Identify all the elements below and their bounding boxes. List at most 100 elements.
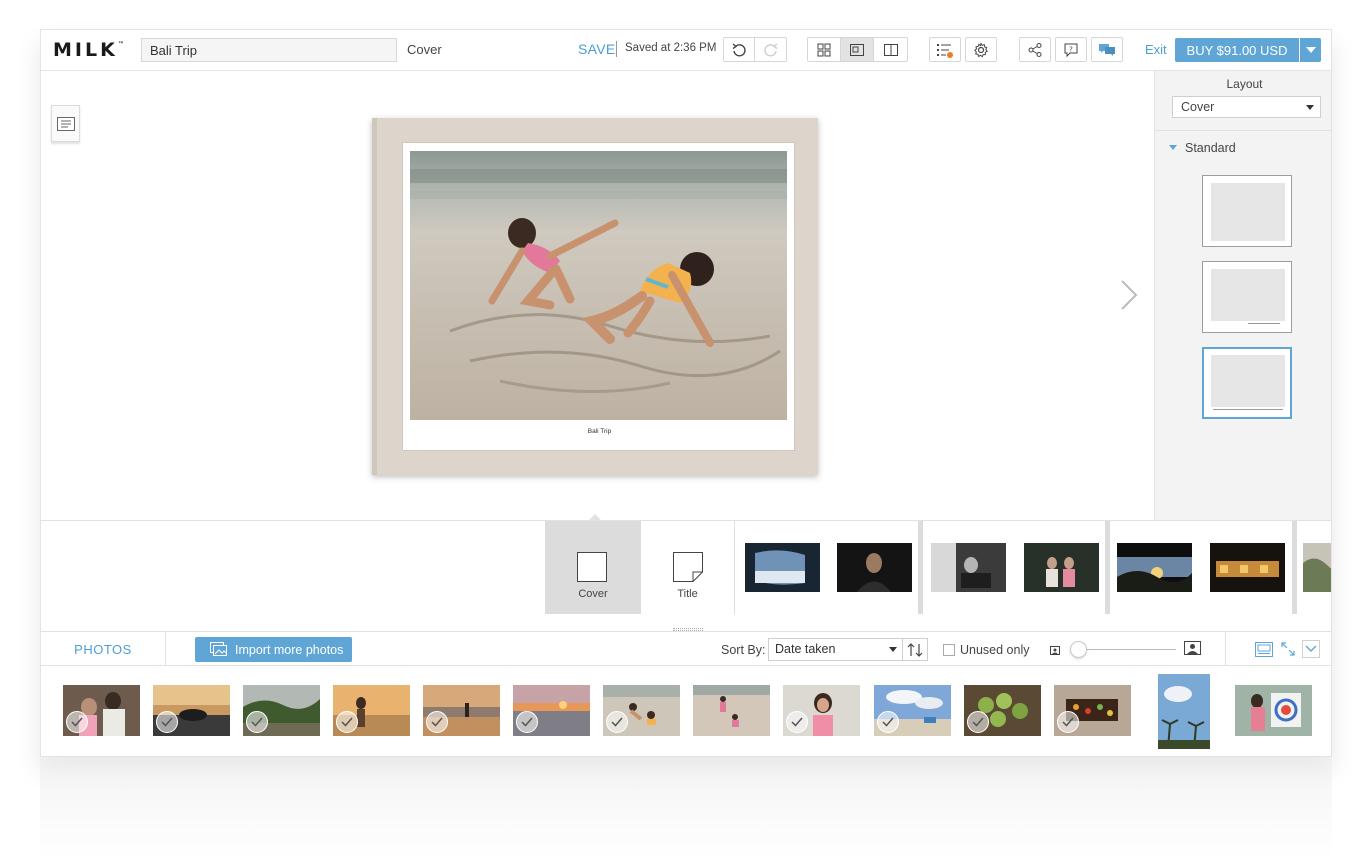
layout-caption-line (1248, 323, 1280, 324)
triangle-down-icon (1169, 145, 1177, 150)
help-button[interactable]: ? (1055, 37, 1087, 62)
expand-tray-button[interactable] (1279, 640, 1297, 658)
sort-label: Sort By: (721, 643, 766, 657)
strip-cover-label: Cover (578, 588, 608, 600)
undo-button[interactable] (724, 38, 756, 61)
grid-view-icon (817, 43, 831, 56)
brand-logo: MILK™ (53, 39, 124, 61)
unused-only-label: Unused only (960, 643, 1030, 657)
sort-select-value: Date taken (775, 642, 836, 656)
layout-panel-title: Layout (1226, 77, 1263, 91)
layout-select-value: Cover (1181, 100, 1215, 114)
used-check-icon (516, 711, 538, 733)
tray-photo[interactable] (1158, 674, 1210, 749)
zoom-slider-track[interactable] (1079, 649, 1176, 650)
layout-select[interactable]: Cover (1172, 96, 1321, 118)
layout-option-photo-caption-bordered[interactable] (1202, 347, 1292, 419)
settings-icon (974, 41, 988, 57)
tray-view-button[interactable] (1255, 640, 1273, 658)
used-check-icon (1057, 711, 1079, 733)
cover-photo[interactable] (410, 151, 787, 420)
sort-direction-button[interactable] (902, 638, 928, 661)
tray-photo[interactable] (964, 685, 1041, 736)
checklist-button[interactable] (929, 37, 961, 62)
strip-spread-4[interactable] (1297, 521, 1331, 614)
tray-photo[interactable] (1054, 685, 1131, 736)
spread-view-button[interactable] (874, 38, 907, 61)
layout-panel: Layout Cover Standard (1154, 71, 1331, 520)
book-cover[interactable]: Bali Trip (372, 118, 818, 475)
strip-title-label: Title (677, 588, 698, 600)
tray-photo[interactable] (783, 685, 860, 736)
photobook-editor: MILK™ Cover SAVE Saved at 2:36 PM (40, 29, 1332, 757)
caret-down-icon (1305, 47, 1316, 53)
notes-icon (56, 116, 75, 131)
layout-caption-line (1213, 409, 1283, 410)
strip-selection-pointer (588, 514, 602, 521)
tray-photo[interactable] (243, 685, 320, 736)
layout-placeholder (1211, 269, 1285, 321)
tray-photo[interactable] (1235, 685, 1312, 736)
buy-button[interactable]: BUY $91.00 USD (1175, 38, 1299, 62)
redo-icon (763, 42, 777, 56)
tray-photo[interactable] (513, 685, 590, 736)
layout-section-label: Standard (1185, 141, 1236, 155)
undo-icon (732, 42, 746, 56)
layout-option-photo-caption[interactable] (1202, 261, 1292, 333)
tray-photo[interactable] (153, 685, 230, 736)
tray-photo[interactable] (693, 685, 770, 736)
page-thumbnail (931, 543, 1006, 592)
strip-page-cover[interactable]: Cover (545, 521, 641, 614)
save-button[interactable]: SAVE (578, 41, 616, 57)
cover-caption[interactable]: Bali Trip (403, 428, 796, 435)
tray-photo[interactable] (423, 685, 500, 736)
tray-photo[interactable] (874, 685, 951, 736)
exit-link[interactable]: Exit (1145, 42, 1167, 57)
zoom-large-icon (1184, 641, 1201, 661)
layout-option-full-photo[interactable] (1202, 175, 1292, 247)
strip-spread-3[interactable] (1110, 521, 1292, 614)
book-canvas: Bali Trip (41, 71, 1154, 520)
used-check-icon (967, 711, 989, 733)
collapse-tray-button[interactable] (1302, 640, 1320, 658)
buy-options-button[interactable] (1300, 38, 1321, 62)
tray-photo[interactable] (63, 685, 140, 736)
redo-button[interactable] (755, 38, 786, 61)
book-title-input[interactable] (141, 38, 397, 62)
used-check-icon (156, 711, 178, 733)
layout-placeholder (1211, 183, 1285, 241)
page-strip: Cover Title (41, 514, 1331, 627)
zoom-small-icon (1050, 643, 1060, 661)
page-view-button[interactable] (841, 38, 874, 61)
zoom-slider-knob[interactable] (1070, 641, 1087, 658)
chat-button[interactable] (1091, 37, 1123, 62)
layout-section-standard[interactable]: Standard (1169, 141, 1236, 155)
share-button[interactable] (1019, 37, 1051, 62)
photos-tab[interactable]: PHOTOS (41, 632, 166, 666)
saved-status: Saved at 2:36 PM (625, 42, 717, 54)
unused-only-checkbox[interactable] (943, 644, 955, 656)
strip-page-title[interactable]: Title (641, 521, 735, 614)
next-page-button[interactable] (1119, 278, 1139, 317)
notes-button[interactable] (51, 105, 80, 142)
used-check-icon (606, 711, 628, 733)
layout-placeholder (1211, 355, 1285, 407)
strip-spread-2[interactable] (923, 521, 1105, 614)
page-thumbnail (1024, 543, 1099, 592)
import-photos-label: Import more photos (235, 642, 344, 657)
page-thumbnail (1117, 543, 1192, 592)
expand-icon (1281, 642, 1295, 656)
import-photos-button[interactable]: Import more photos (195, 637, 352, 662)
sort-select[interactable]: Date taken (768, 638, 903, 661)
used-check-icon (786, 711, 808, 733)
cover-page-icon (577, 552, 607, 582)
page-view-icon (850, 43, 864, 56)
toolbar-separator (1225, 632, 1226, 666)
grid-view-button[interactable] (808, 38, 841, 61)
tray-photo[interactable] (603, 685, 680, 736)
used-check-icon (66, 711, 88, 733)
strip-spread-1[interactable] (736, 521, 918, 614)
settings-button[interactable] (965, 37, 997, 62)
image-icon (210, 642, 227, 656)
tray-photo[interactable] (333, 685, 410, 736)
